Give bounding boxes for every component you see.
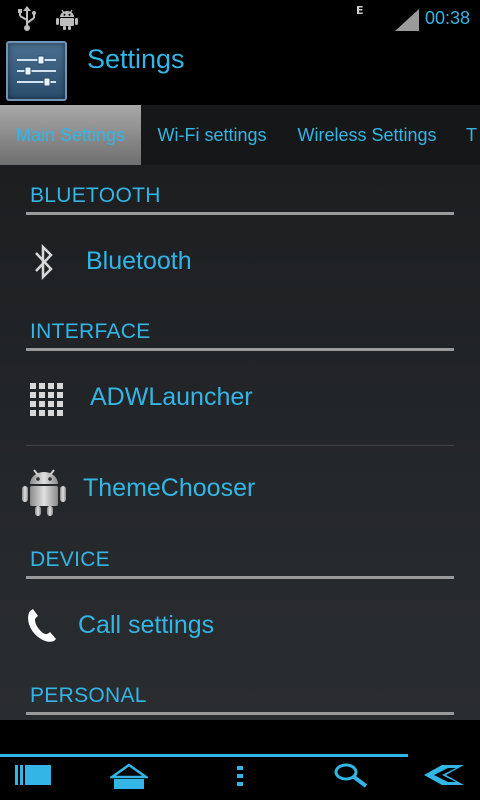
android-robot-icon [22,469,66,516]
list-item-label: ThemeChooser [83,474,256,502]
list-item-label: ADWLauncher [90,383,253,411]
section-header-personal: PERSONAL [26,679,454,715]
bluetooth-icon [35,244,53,280]
status-bar: E 00:38 [0,0,480,38]
home-icon[interactable] [110,763,148,791]
menu-icon[interactable] [236,763,244,789]
phone-handset-icon [28,609,56,642]
settings-list: BLUETOOTH Bluetooth INTERFACE ADWLaunche… [0,165,480,720]
list-item-call-settings[interactable]: Call settings [0,583,480,673]
list-item-themechooser[interactable]: ThemeChooser [0,446,480,536]
title-bar: Settings [0,38,480,104]
list-item-bluetooth[interactable]: Bluetooth [0,220,480,308]
app-grid-icon [30,383,63,416]
recent-apps-icon[interactable] [15,763,53,789]
list-item-adwlauncher[interactable]: ADWLauncher [0,355,480,445]
settings-sliders-icon[interactable] [6,41,67,101]
search-icon[interactable] [334,763,368,789]
usb-icon [18,6,36,31]
section-header-interface: INTERFACE [26,315,454,351]
android-debug-icon [56,9,78,30]
page-title: Settings [87,44,185,74]
tab-main-settings[interactable]: Main Settings [0,105,141,165]
list-item-label: Bluetooth [86,247,192,275]
section-header-bluetooth: BLUETOOTH [26,179,454,215]
back-icon[interactable] [424,763,466,787]
signal-strength-icon [395,9,419,31]
tab-label: Main Settings [15,125,126,145]
network-type-indicator: E [356,4,364,17]
section-header-device: DEVICE [26,543,454,579]
tab-strip: Main Settings Wi-Fi settings Wireless Se… [0,105,480,165]
tab-wireless-settings[interactable]: Wireless Settings [283,105,451,165]
tab-wifi-settings[interactable]: Wi-Fi settings [141,105,283,165]
list-item-label: Call settings [78,611,215,639]
clock: 00:38 [424,8,470,28]
navigation-bar [0,720,480,800]
tab-label: T [466,125,477,145]
tab-partial[interactable]: T [451,105,480,165]
nav-accent-line [0,754,408,757]
tab-label: Wi-Fi settings [157,125,267,145]
tab-label: Wireless Settings [297,125,437,145]
